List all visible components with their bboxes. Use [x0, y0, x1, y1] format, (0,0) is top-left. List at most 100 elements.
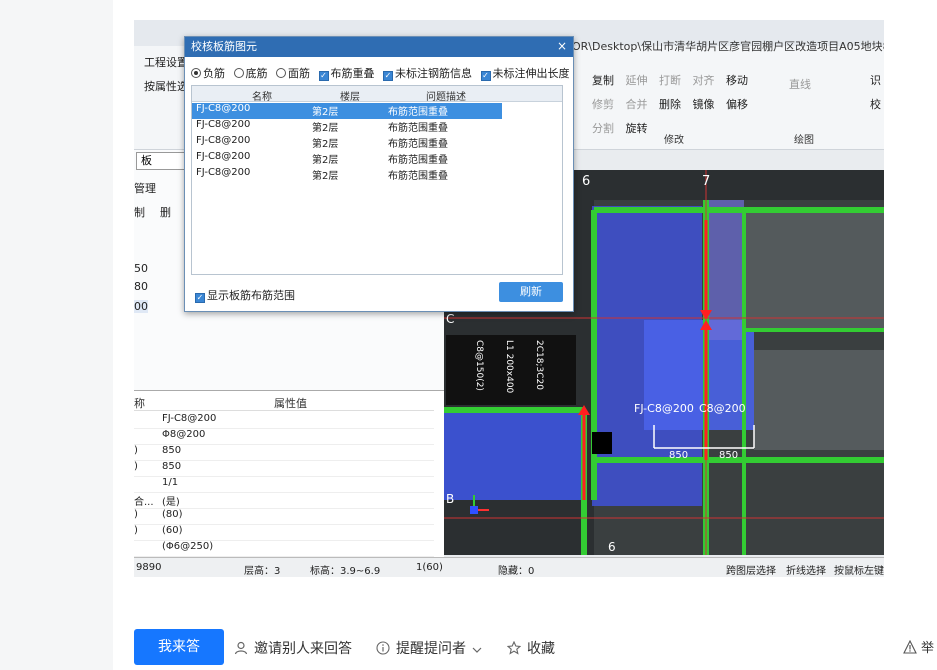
cell-name: FJ-C8@200 — [196, 119, 251, 130]
report-button[interactable]: 举 — [903, 637, 934, 656]
status-polyline: 折线选择 — [786, 566, 826, 577]
ribbon-right-2: 校 — [870, 98, 881, 111]
invite-button[interactable]: 邀请别人来回答 — [234, 638, 352, 658]
left-copy-action: 制 — [134, 206, 145, 219]
cell-issue: 布筋范围重叠 — [388, 139, 448, 150]
prop-row: ) 850 — [134, 445, 434, 461]
option-bottom-rebar: 底筋 — [233, 65, 268, 81]
table-row: FJ-C8@200 第2层 布筋范围重叠 — [192, 135, 502, 151]
status-page: 1(60) — [416, 562, 443, 573]
status-bar: 9890 层高：3 标高：3.9~6.9 1(60) 隐藏：0 跨图层选择 折线… — [134, 557, 884, 577]
info-icon — [376, 641, 390, 655]
ribbon-split: 分割 — [592, 122, 614, 135]
ribbon-mirror: 镜像 — [692, 98, 715, 111]
option-label: 未标注伸出长度 — [492, 67, 570, 80]
radio-icon — [276, 68, 286, 78]
chevron-down-icon — [470, 645, 484, 659]
ribbon-delete: 删除 — [659, 98, 681, 111]
option-negative-rebar: 负筋 — [191, 65, 225, 81]
cell-floor: 第2层 — [312, 171, 339, 182]
checkbox-icon: ✓ — [195, 293, 205, 303]
prop-value: FJ-C8@200 — [162, 413, 217, 424]
option-label: 未标注钢筋信息 — [395, 67, 472, 80]
prop-key: 合... — [134, 497, 154, 508]
beam-label-2: L1 200x400 — [504, 340, 514, 394]
left-num-1: 50 — [134, 262, 148, 275]
prop-row: 合... (是) — [134, 493, 434, 509]
properties-panel: 称 属性值 FJ-C8@200 Φ8@200 ) 850 ) 850 1/1 合..… — [134, 390, 444, 577]
prop-row: (Φ6@250) — [134, 541, 434, 557]
ribbon-right-group: 识 校 — [870, 72, 884, 120]
axis-label-7: 7 — [702, 174, 711, 189]
prop-value: 850 — [162, 445, 182, 456]
cell-issue: 布筋范围重叠 — [388, 123, 448, 134]
cell-floor: 第2层 — [312, 155, 339, 166]
prop-key: ) — [134, 445, 138, 456]
radio-icon — [233, 68, 244, 78]
star-icon — [506, 640, 522, 655]
issue-grid: 名称 楼层 问题描述 FJ-C8@200 第2层 布筋范围重叠 FJ-C8@200 第… — [191, 85, 563, 275]
prop-header-value: 属性值 — [274, 397, 307, 410]
ribbon-align: 对齐 — [692, 74, 715, 87]
axis-label-bottom: 6 — [608, 540, 616, 554]
status-cross-layer: 跨图层选择 — [726, 566, 776, 577]
ribbon-trim: 修剪 — [592, 98, 614, 111]
manage-tab: 管理 — [134, 182, 156, 195]
prop-row: 1/1 — [134, 477, 434, 493]
prop-key: ) — [134, 525, 138, 536]
properties-header: 称 属性值 — [134, 395, 434, 411]
menu-project-settings: 工程设置 — [144, 56, 188, 69]
collect-button[interactable]: 收藏 — [506, 638, 555, 658]
remind-button[interactable]: 提醒提问者 — [376, 638, 490, 659]
option-overlap: ✓ 布筋重叠 — [318, 65, 375, 81]
left-num-3: 00 — [134, 300, 148, 313]
check-rebar-dialog: 校核板筋图元 × 负筋 底筋 面筋 ✓ 布筋重叠 ✓ 未标注钢筋信息 ✓ 未标注伸出长… — [184, 36, 574, 312]
status-elevation: 标高：3.9~6.9 — [310, 566, 381, 577]
status-coord: 9890 — [136, 562, 162, 573]
menu-select-by-attr: 按属性选 — [144, 80, 188, 93]
show-range-option: ✓ 显示板筋布筋范围 — [195, 287, 295, 303]
prop-row: ) (60) — [134, 525, 434, 541]
checkbox-icon: ✓ — [318, 71, 329, 81]
toolbar-left: 工程设置 按属性选 — [144, 54, 188, 102]
ribbon-draw-label: 绘图 — [794, 135, 814, 146]
left-delete-action: 删 — [160, 206, 171, 219]
option-label: 面筋 — [288, 67, 310, 80]
option-no-rebar-info: ✓ 未标注钢筋信息 — [383, 65, 472, 81]
cell-issue: 布筋范围重叠 — [388, 171, 448, 182]
prop-value: (80) — [162, 509, 183, 520]
ribbon-merge: 合并 — [625, 98, 648, 111]
cell-name: FJ-C8@200 — [196, 151, 251, 162]
ribbon-extend: 延伸 — [625, 74, 648, 87]
cell-floor: 第2层 — [312, 123, 339, 134]
warning-icon — [903, 639, 917, 654]
invite-label: 邀请别人来回答 — [254, 641, 352, 657]
remind-label: 提醒提问者 — [396, 641, 466, 657]
dialog-title: 校核板筋图元 — [185, 37, 573, 57]
prop-row: ) 850 — [134, 461, 434, 477]
table-row: FJ-C8@200 第2层 布筋范围重叠 — [192, 151, 502, 167]
prop-key: ) — [134, 461, 138, 472]
prop-value: 850 — [162, 461, 182, 472]
answer-button[interactable]: 我来答 — [134, 629, 224, 665]
grid-header: 名称 楼层 问题描述 — [192, 86, 562, 103]
axis-label-6: 6 — [582, 174, 591, 189]
status-hidden: 隐藏：0 — [498, 566, 535, 577]
cell-floor: 第2层 — [312, 139, 339, 150]
close-icon: × — [556, 39, 567, 53]
checkbox-icon: ✓ — [480, 71, 491, 81]
question-photo: OR\Desktop\保山市清华胡片区彦官园棚户区改造项目A05地块8#楼.GT… — [134, 20, 884, 577]
axis-label-c: C — [446, 312, 455, 326]
prop-header-key: 称 — [134, 397, 145, 410]
col-name: 名称 — [252, 92, 272, 103]
prop-value: 1/1 — [162, 477, 179, 488]
table-row: FJ-C8@200 第2层 布筋范围重叠 — [192, 167, 502, 183]
ribbon-modify-label: 修改 — [664, 135, 684, 146]
cell-floor: 第2层 — [312, 107, 339, 118]
option-label: 负筋 — [203, 67, 225, 80]
dim-right: 850 — [719, 450, 739, 461]
show-range-label: 显示板筋布筋范围 — [207, 289, 295, 302]
rebar-annotation-2: C8@200 — [699, 402, 746, 415]
prop-row: FJ-C8@200 — [134, 413, 434, 429]
prop-value: (60) — [162, 525, 183, 536]
